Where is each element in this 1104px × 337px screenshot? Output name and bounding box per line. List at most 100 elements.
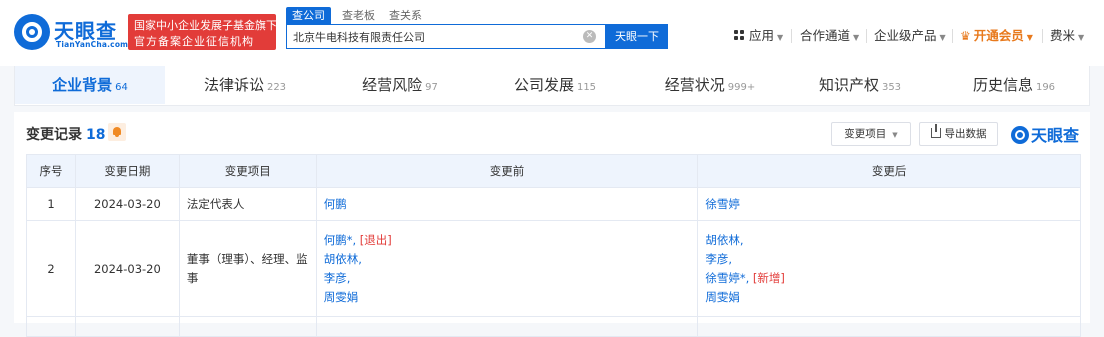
search-tab-company[interactable]: 查公司 [286,7,331,24]
search-box: ✕ [286,24,606,49]
table-row [26,316,1081,337]
tab-operation[interactable]: 经营状况 999+ [635,66,785,104]
person-link[interactable]: 李彦, [705,252,732,266]
exit-tag: [退出] [359,232,392,247]
nav-apps-label: 应用 [749,28,775,43]
cell-before: 何鹏*, [退出] 胡依林, 李彦, 周雯娟 [315,220,699,317]
new-tag: [新增] [752,270,785,285]
nav-enterprise-label: 企业级产品 [874,28,937,43]
nav-apps[interactable]: 应用 ▼ [734,26,783,46]
bell-icon[interactable] [108,123,126,141]
watermark-logo: 天眼查 [1011,122,1080,145]
tab-label: 公司发展 [513,76,574,94]
tab-count: 97 [425,82,438,93]
column-header: 变更前 [315,154,699,188]
tab-label: 法律诉讼 [203,76,264,94]
nav-partners[interactable]: 合作通道 ▼ [800,26,859,46]
nav-user-label: 费米 [1050,28,1076,43]
table-row: 1 2024-03-20 法定代表人 何鹏 徐雪婷 [26,187,1081,221]
nav-vip-label: 开通会员 [973,28,1024,43]
tab-label: 历史信息 [972,76,1033,94]
cell-seq: 1 [26,187,76,221]
cell-seq: 2 [26,220,76,317]
logo-eye-icon [14,14,50,50]
nav-divider [952,29,953,43]
cell-after: 徐雪婷 [697,187,1081,221]
person-link[interactable]: 李彦, [324,271,351,285]
cell-date: 2024-03-20 [74,220,180,317]
tab-count: 353 [881,82,902,93]
search-tab-relation[interactable]: 查关系 [383,7,428,24]
chevron-down-icon: ▼ [777,33,784,42]
column-header: 变更日期 [74,154,180,188]
nav-vip[interactable]: ♛ 开通会员 ▼ [960,26,1033,46]
tab-label: 企业背景 [52,76,113,94]
export-label: 导出数据 [944,128,987,140]
person-link[interactable]: 胡依林, [324,252,362,266]
badge-line-2: 官方备案企业征信机构 [134,35,254,48]
logo-eye-icon [1011,126,1029,144]
section-count: 18 [86,127,106,143]
cell-after: 胡依林, 李彦, 徐雪婷*, [新增] 周雯娟 [697,220,1081,317]
person-link[interactable]: 徐雪婷*, [705,271,749,285]
tab-count: 999+ [727,82,756,93]
tab-enterprise-background[interactable]: 企业背景 64 [15,66,165,104]
person-link[interactable]: 徐雪婷 [705,197,740,211]
chevron-down-icon: ▼ [1078,33,1085,42]
tab-count: 196 [1035,82,1056,93]
section-tabbar: 企业背景 64 法律诉讼 223 经营风险 97 公司发展 115 经营状况 999+ 知… [14,66,1090,106]
chevron-down-icon: ▼ [1026,33,1033,42]
tab-legal[interactable]: 法律诉讼 223 [170,66,320,104]
tianyancha-logo[interactable]: 天眼查 TianYanCha.com [14,14,128,50]
official-badge: 国家中小企业发展子基金旗下 官方备案企业征信机构 [128,14,277,50]
watermark-text: 天眼查 [1031,126,1080,145]
person-link[interactable]: 何鹏 [324,197,347,211]
person-link[interactable]: 周雯娟 [705,290,740,304]
person-link[interactable]: 何鹏*, [324,233,356,247]
person-link[interactable]: 周雯娟 [324,290,359,304]
tab-count: 115 [576,82,597,93]
tab-ip[interactable]: 知识产权 353 [785,66,935,104]
search-input[interactable] [293,25,573,48]
change-records-table: 序号 变更日期 变更项目 变更前 变更后 1 2024-03-20 法定代表人 … [26,154,1081,337]
chevron-down-icon: ▼ [853,33,860,42]
tab-label: 经营风险 [362,76,423,94]
nav-divider [1042,29,1043,43]
logo-domain: TianYanCha.com [56,40,129,49]
table-row: 2 2024-03-20 董事（理事）、经理、监事 何鹏*, [退出] 胡依林,… [26,220,1081,317]
cell-item: 法定代表人 [178,187,317,221]
tab-count: 64 [115,82,128,93]
tab-development[interactable]: 公司发展 115 [480,66,630,104]
nav-divider [791,29,792,43]
export-button[interactable]: 导出数据 [919,122,998,146]
apps-grid-icon [734,30,745,41]
column-header: 变更项目 [178,154,317,188]
person-link[interactable]: 胡依林, [705,233,743,247]
tab-label: 知识产权 [818,76,879,94]
clear-icon[interactable]: ✕ [583,30,596,43]
chevron-down-icon: ▼ [939,33,946,42]
search-button[interactable]: 天眼一下 [606,24,668,49]
column-header: 序号 [26,154,76,188]
export-icon [930,124,941,138]
chevron-down-icon: ▼ [892,131,898,139]
search-tab-boss[interactable]: 查老板 [336,7,381,24]
nav-partners-label: 合作通道 [800,28,851,43]
crown-icon: ♛ [960,29,971,43]
section-title-text: 变更记录 [26,127,82,143]
tab-count: 223 [266,82,287,93]
nav-divider [866,29,867,43]
tab-history[interactable]: 历史信息 196 [939,66,1089,104]
tab-label: 经营状况 [664,76,725,94]
change-item-filter[interactable]: 变更项目 ▼ [831,122,911,146]
nav-user[interactable]: 费米 ▼ [1050,26,1084,46]
badge-line-1: 国家中小企业发展子基金旗下 [134,19,277,32]
top-header: 天眼查 TianYanCha.com 国家中小企业发展子基金旗下 官方备案企业征… [0,0,1104,66]
cell-before: 何鹏 [315,187,699,221]
change-records-card: 变更记录 18 变更项目 ▼ 导出数据 天眼查 序号 变更日期 变更项目 变更前 变… [14,112,1090,337]
column-header: 变更后 [697,154,1081,188]
tab-risk[interactable]: 经营风险 97 [325,66,475,104]
filter-label: 变更项目 [844,128,887,140]
nav-enterprise[interactable]: 企业级产品 ▼ [874,26,946,46]
cell-item: 董事（理事）、经理、监事 [178,220,317,317]
